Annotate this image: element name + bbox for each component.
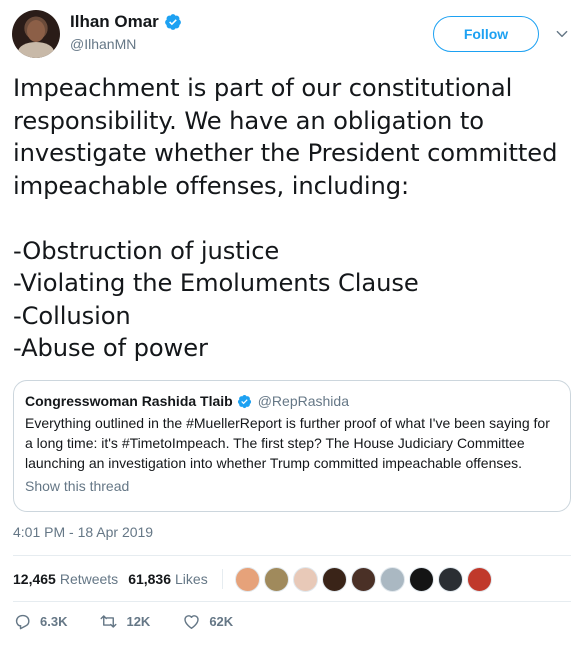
- author-name-block[interactable]: Ilhan Omar @IlhanMN: [70, 12, 182, 52]
- reply-button[interactable]: 6.3K: [13, 612, 67, 631]
- tweet-actions: 6.3K 12K 62K: [13, 612, 265, 631]
- liker-avatar[interactable]: [408, 566, 434, 592]
- like-action-count: 62K: [209, 614, 234, 629]
- retweet-action-count: 12K: [126, 614, 151, 629]
- retweet-label[interactable]: Retweets: [60, 571, 118, 587]
- follow-button[interactable]: Follow: [433, 16, 539, 52]
- liker-avatar[interactable]: [263, 566, 289, 592]
- liker-avatar[interactable]: [292, 566, 318, 592]
- quoted-author-handle: @RepRashida: [257, 393, 349, 409]
- tweet-text: Impeachment is part of our constitutiona…: [13, 74, 558, 362]
- like-count[interactable]: 61,836: [128, 571, 171, 587]
- like-label[interactable]: Likes: [175, 571, 208, 587]
- like-button[interactable]: 62K: [182, 612, 233, 631]
- quoted-author-name: Congresswoman Rashida Tlaib: [25, 393, 233, 409]
- retweet-count[interactable]: 12,465: [13, 571, 56, 587]
- author-avatar[interactable]: [12, 10, 60, 58]
- chevron-down-icon[interactable]: [555, 27, 569, 41]
- liker-avatar[interactable]: [350, 566, 376, 592]
- heart-icon: [184, 615, 200, 629]
- quoted-tweet-text: Everything outlined in the #MuellerRepor…: [25, 415, 550, 471]
- liker-avatar[interactable]: [466, 566, 492, 592]
- show-thread-link[interactable]: Show this thread: [25, 478, 559, 494]
- stats-separator: [221, 569, 223, 589]
- quoted-tweet[interactable]: Congresswoman Rashida Tlaib @RepRashida …: [13, 380, 571, 512]
- verified-badge-icon: [164, 14, 181, 30]
- tweet-header: Ilhan Omar @IlhanMN Follow: [12, 10, 572, 60]
- liker-avatars: [234, 566, 492, 592]
- tweet-timestamp[interactable]: 4:01 PM - 18 Apr 2019: [13, 524, 153, 540]
- liker-avatar[interactable]: [437, 566, 463, 592]
- verified-badge-icon: [237, 394, 251, 408]
- divider: [13, 601, 571, 602]
- retweet-icon: [100, 615, 117, 628]
- reply-count: 6.3K: [40, 614, 68, 629]
- liker-avatar[interactable]: [234, 566, 260, 592]
- author-name-row: Ilhan Omar: [70, 12, 182, 32]
- reply-icon: [15, 614, 30, 630]
- liker-avatar[interactable]: [379, 566, 405, 592]
- avatar-shoulders: [18, 42, 54, 58]
- liker-avatar[interactable]: [321, 566, 347, 592]
- author-display-name[interactable]: Ilhan Omar: [70, 12, 159, 32]
- avatar-face: [27, 20, 45, 42]
- divider: [13, 555, 571, 556]
- author-handle[interactable]: @IlhanMN: [70, 36, 182, 52]
- quoted-tweet-header: Congresswoman Rashida Tlaib @RepRashida: [25, 393, 559, 409]
- engagement-stats: 12,465 Retweets 61,836 Likes: [13, 565, 492, 593]
- retweet-button[interactable]: 12K: [99, 612, 150, 631]
